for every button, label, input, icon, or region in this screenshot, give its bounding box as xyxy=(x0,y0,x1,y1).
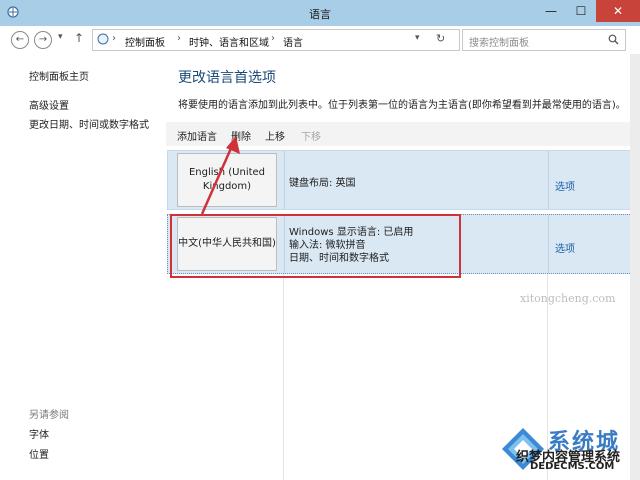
watermark-faint-text: xitongcheng.com xyxy=(520,292,616,305)
breadcrumb-clock-language-region[interactable]: 时钟、语言和区域 xyxy=(189,34,269,49)
refresh-icon[interactable]: ↻ xyxy=(436,32,445,45)
annotation-arrow-icon xyxy=(200,136,240,215)
see-also-heading: 另请参阅 xyxy=(29,410,69,421)
sidebar-item-home[interactable]: 控制面板主页 xyxy=(29,68,89,83)
close-button[interactable]: ✕ xyxy=(596,0,640,22)
language-details-line: 键盘布局: 英国 xyxy=(289,178,356,189)
see-also-location[interactable]: 位置 xyxy=(29,446,49,461)
control-panel-small-icon xyxy=(97,33,109,45)
breadcrumb-separator-icon: › xyxy=(112,33,116,44)
title-bar: 语言 — ☐ ✕ xyxy=(0,0,640,26)
search-placeholder: 搜索控制面板 xyxy=(469,38,529,49)
search-box[interactable]: 搜索控制面板 xyxy=(462,29,626,51)
move-down-button[interactable]: 下移 xyxy=(301,128,321,143)
maximize-button[interactable]: ☐ xyxy=(566,0,596,22)
minimize-button[interactable]: — xyxy=(536,0,566,22)
right-edge-bar xyxy=(630,54,640,480)
search-icon[interactable] xyxy=(608,34,619,45)
page-description: 将要使用的语言添加到此列表中。位于列表第一位的语言为主语言(即你希望看到并最常使… xyxy=(178,100,626,111)
address-dropdown-icon[interactable]: ▾ xyxy=(415,33,420,43)
sidebar-item-advanced-settings[interactable]: 高级设置 xyxy=(29,97,69,112)
column-divider xyxy=(283,274,284,480)
column-divider xyxy=(548,151,549,209)
breadcrumb-language[interactable]: 语言 xyxy=(283,34,303,49)
watermark-line3: DEDECMS.COM xyxy=(530,461,615,472)
forward-button[interactable]: → xyxy=(34,31,52,49)
address-bar[interactable]: › 控制面板 › 时钟、语言和区域 › 语言 ▾ ↻ xyxy=(92,29,460,51)
move-up-button[interactable]: 上移 xyxy=(265,128,285,143)
breadcrumb-separator-icon: › xyxy=(177,33,181,44)
back-button[interactable]: ← xyxy=(11,31,29,49)
column-divider xyxy=(548,215,549,273)
forward-arrow-icon: → xyxy=(38,34,48,45)
column-divider xyxy=(284,151,285,209)
up-arrow-icon[interactable]: ↑ xyxy=(74,31,84,45)
sidebar-item-change-date-format[interactable]: 更改日期、时间或数字格式 xyxy=(29,116,149,131)
back-arrow-icon: ← xyxy=(15,34,25,45)
options-link[interactable]: 选项 xyxy=(555,240,575,255)
options-link[interactable]: 选项 xyxy=(555,178,575,193)
breadcrumb-control-panel[interactable]: 控制面板 xyxy=(125,34,165,49)
page-title: 更改语言首选项 xyxy=(178,70,276,86)
breadcrumb-separator-icon: › xyxy=(271,33,275,44)
recent-locations-icon[interactable]: ▾ xyxy=(58,32,63,42)
highlight-box xyxy=(170,214,461,278)
see-also-fonts[interactable]: 字体 xyxy=(29,426,49,441)
